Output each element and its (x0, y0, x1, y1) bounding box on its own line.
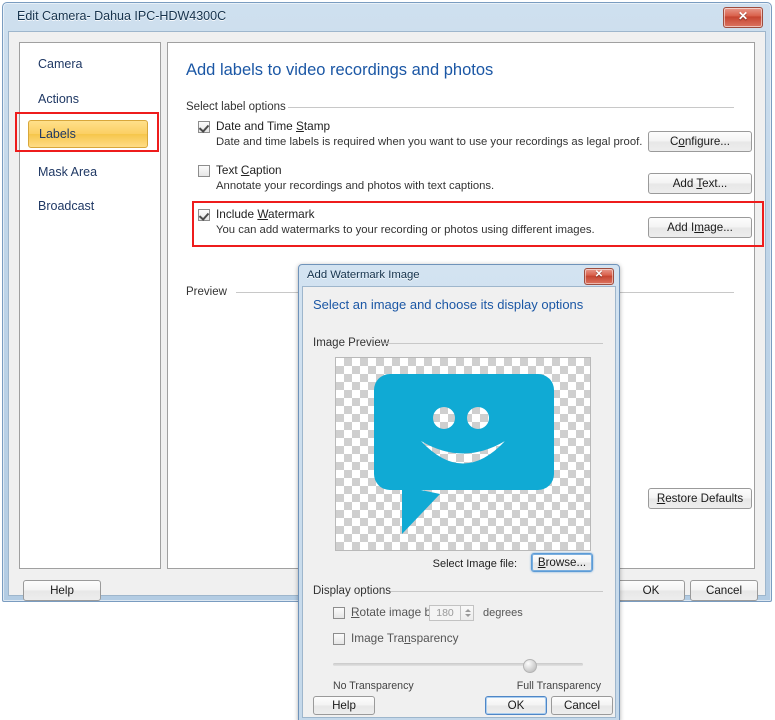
dialog-body: Select an image and choose its display o… (302, 286, 616, 718)
degrees-unit-label: degrees (483, 607, 523, 619)
sidebar-item-broadcast[interactable]: Broadcast (28, 195, 148, 217)
browse-button[interactable]: Browse... (531, 553, 593, 572)
group-label-display-options: Display options (313, 585, 396, 597)
select-image-file-label: Select Image file: (432, 558, 517, 570)
rotate-degrees-input[interactable]: 180 (429, 605, 461, 621)
cancel-button[interactable]: Cancel (690, 580, 758, 601)
sidebar-item-labels[interactable]: Labels (28, 120, 148, 148)
option-label: Include Watermark (216, 207, 315, 221)
transparency-slider-track[interactable] (333, 663, 583, 666)
group-rule (391, 591, 603, 592)
window-titlebar: Edit Camera- Dahua IPC-HDW4300C ✕ (3, 3, 771, 31)
slider-max-label: Full Transparency (516, 680, 601, 692)
add-watermark-image-dialog: Add Watermark Image ✕ Select an image an… (298, 264, 620, 720)
group-label-preview: Preview (186, 286, 232, 298)
sidebar-nav: Camera Actions Labels Mask Area Broadcas… (19, 42, 161, 569)
watermark-image (336, 358, 590, 550)
dialog-title: Add Watermark Image (307, 269, 420, 281)
option-label: Date and Time Stamp (216, 119, 331, 133)
window-title: Edit Camera- Dahua IPC-HDW4300C (17, 9, 227, 23)
transparency-slider-thumb[interactable] (523, 659, 538, 673)
sidebar-item-actions[interactable]: Actions (28, 88, 148, 110)
checkbox-include-watermark[interactable] (198, 209, 210, 221)
checkbox-date-time-stamp[interactable] (198, 121, 210, 133)
transparency-label: Image Transparency (351, 631, 459, 645)
dialog-help-button[interactable]: Help (313, 696, 375, 715)
checkbox-text-caption[interactable] (198, 165, 210, 177)
option-description: Annotate your recordings and photos with… (216, 180, 495, 192)
page-title: Add labels to video recordings and photo… (186, 61, 494, 79)
slider-min-label: No Transparency (333, 680, 414, 692)
dialog-cancel-button[interactable]: Cancel (551, 696, 613, 715)
group-label-select-options: Select label options (186, 101, 291, 113)
dialog-ok-button[interactable]: OK (485, 696, 547, 715)
group-rule (288, 107, 734, 108)
option-description: You can add watermarks to your recording… (216, 224, 595, 236)
checkbox-image-transparency[interactable] (333, 633, 345, 645)
add-image-button[interactable]: Add Image... (648, 217, 752, 238)
option-description: Date and time labels is required when yo… (216, 136, 643, 148)
rotate-stepper[interactable] (461, 605, 474, 621)
checkbox-rotate-image[interactable] (333, 607, 345, 619)
group-rule (383, 343, 603, 344)
group-label-image-preview: Image Preview (313, 337, 395, 349)
rotate-label: Rotate image by: (351, 605, 441, 619)
dialog-heading: Select an image and choose its display o… (313, 297, 584, 312)
screen: Edit Camera- Dahua IPC-HDW4300C ✕ Camera… (0, 0, 775, 720)
image-preview (335, 357, 591, 551)
help-button[interactable]: Help (23, 580, 101, 601)
add-text-button[interactable]: Add Text... (648, 173, 752, 194)
configure-button[interactable]: Configure... (648, 131, 752, 152)
close-icon[interactable]: ✕ (584, 268, 614, 285)
restore-defaults-button[interactable]: Restore Defaults (648, 488, 752, 509)
sidebar-item-mask-area[interactable]: Mask Area (28, 161, 148, 183)
sidebar-item-camera[interactable]: Camera (28, 53, 148, 75)
close-icon[interactable]: ✕ (723, 7, 763, 28)
option-label: Text Caption (216, 163, 282, 177)
ok-button[interactable]: OK (617, 580, 685, 601)
